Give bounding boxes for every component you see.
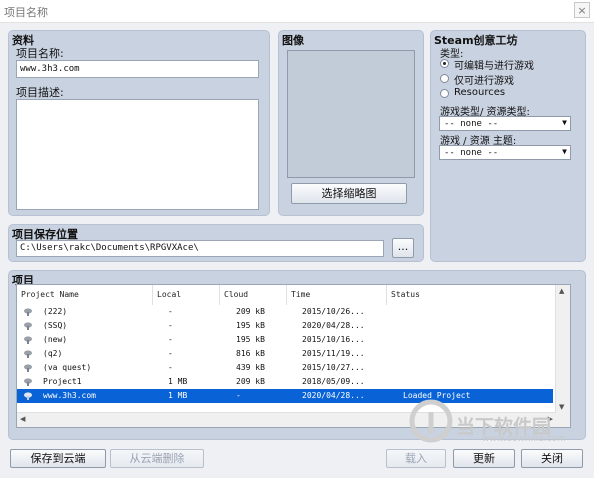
save-to-cloud-button[interactable]: 保存到云端 [10,449,106,468]
cloud-project-icon [24,322,32,330]
cell-local: - [168,335,173,344]
cell-cloud: 195 kB [236,335,265,344]
cell-cloud: - [236,391,241,400]
cell-time: 2020/04/28... [302,321,365,330]
cell-time: 2018/05/09... [302,377,365,386]
column-header-cloud[interactable]: Cloud [220,285,287,305]
radio-label: Resources [454,87,506,98]
cell-cloud: 209 kB [236,307,265,316]
project-desc-input[interactable] [16,99,259,210]
table-row[interactable]: (q2) - 816 kB 2015/11/19... [17,347,553,361]
cloud-project-icon [24,378,32,386]
cell-time: 2015/10/16... [302,335,365,344]
cloud-project-icon [24,364,32,372]
cell-time: 2020/04/28... [302,391,365,400]
save-path-input[interactable]: C:\Users\rakc\Documents\RPGVXAce\ [16,240,384,257]
title-bar: 项目名称 × [0,0,594,23]
scroll-left-icon[interactable]: ◀ [20,415,25,423]
radio-dot-icon [440,89,449,98]
table-row[interactable]: (va quest) - 439 kB 2015/10/27... [17,361,553,375]
cell-time: 2015/11/19... [302,349,365,358]
column-header-name[interactable]: Project Name [17,285,153,305]
cloud-project-icon [24,308,32,316]
radio-label: 可编辑与进行游戏 [454,61,534,72]
theme-value: -- none -- [444,148,499,158]
cell-name: www.3h3.com [43,391,96,400]
cell-name: (new) [43,335,68,344]
cell-time: 2015/10/27... [302,363,365,372]
cell-name: (va quest) [43,363,92,372]
cell-cloud: 195 kB [236,321,265,330]
close-icon[interactable]: × [574,2,590,18]
cell-local: - [168,307,173,316]
vertical-scrollbar[interactable]: ▲ ▼ [555,285,570,427]
image-heading: 图像 [282,34,304,47]
watermark-logo-icon [409,399,453,443]
project-name-label: 项目名称: [16,47,64,60]
project-name-input[interactable]: www.3h3.com [16,60,259,78]
close-button[interactable]: 关闭 [521,449,583,468]
cell-local: - [168,349,173,358]
cell-cloud: 439 kB [236,363,265,372]
cloud-project-icon [24,392,32,400]
radio-label: 仅可进行游戏 [454,76,514,87]
cell-name: (SSQ) [43,321,68,330]
cell-local: 1 MB [168,391,188,400]
radio-dot-icon [440,59,449,68]
delete-from-cloud-button[interactable]: 从云端删除 [110,449,204,468]
cell-local: 1 MB [168,377,188,386]
cell-cloud: 209 kB [236,377,265,386]
cloud-project-icon [24,350,32,358]
cell-local: - [168,321,173,330]
watermark-url: www.downxia.com [482,434,566,444]
column-header-time[interactable]: Time [287,285,387,305]
refresh-button[interactable]: 更新 [453,449,515,468]
table-row[interactable]: (222) - 209 kB 2015/10/26... [17,305,553,319]
dropdown-arrow-icon: ▼ [562,147,567,156]
category-select[interactable]: -- none -- ▼ [439,116,571,131]
category-value: -- none -- [444,119,499,129]
theme-select[interactable]: -- none -- ▼ [439,145,571,160]
cell-name: Project1 [43,377,82,386]
window-title: 项目名称 [4,6,48,19]
cell-time: 2015/10/26... [302,307,365,316]
project-list[interactable]: Project Name Local Cloud Time Status (22… [16,284,571,428]
cell-name: (q2) [43,349,63,358]
load-button[interactable]: 载入 [386,449,446,468]
thumbnail-preview [287,50,415,178]
cell-local: - [168,363,173,372]
column-header-local[interactable]: Local [153,285,220,305]
column-header-status[interactable]: Status [387,285,554,305]
scroll-down-icon[interactable]: ▼ [559,403,564,411]
table-row[interactable]: (SSQ) - 195 kB 2020/04/28... [17,319,553,333]
cell-name: (222) [43,307,68,316]
dropdown-arrow-icon: ▼ [562,118,567,127]
table-row[interactable]: Project1 1 MB 209 kB 2018/05/09... [17,375,553,389]
table-row-selected[interactable]: www.3h3.com 1 MB - 2020/04/28... Loaded … [17,389,553,403]
browse-button[interactable]: ... [392,238,414,258]
cloud-project-icon [24,336,32,344]
scroll-up-icon[interactable]: ▲ [559,287,564,295]
select-thumbnail-button[interactable]: 选择缩略图 [291,183,407,204]
table-row[interactable]: (new) - 195 kB 2015/10/16... [17,333,553,347]
project-desc-label: 项目描述: [16,86,64,99]
radio-dot-icon [440,74,449,83]
cell-cloud: 816 kB [236,349,265,358]
